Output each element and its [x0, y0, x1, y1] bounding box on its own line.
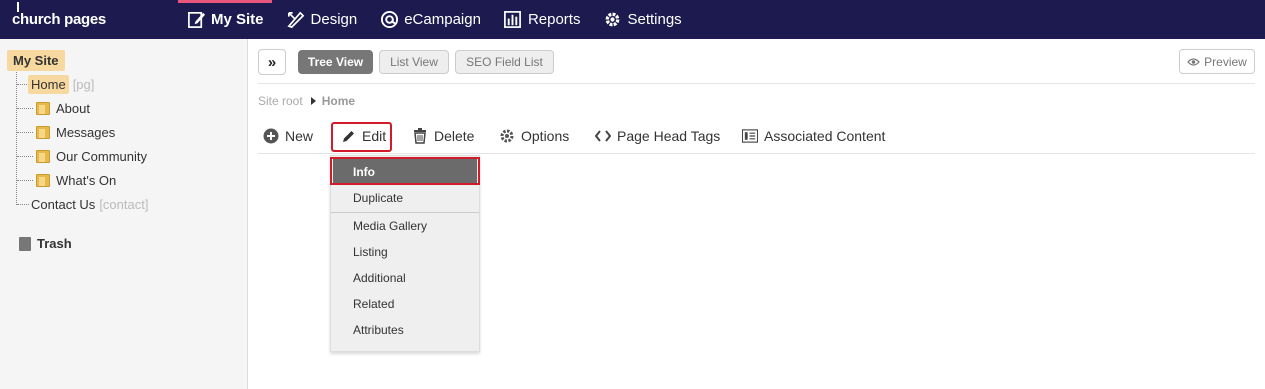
tree-item-home-label: Home: [28, 75, 69, 94]
tree-item-contact-label: Contact Us: [31, 197, 96, 212]
app-logo[interactable]: church pages: [12, 11, 106, 28]
edit-highlight-annotation: [331, 122, 392, 152]
menu-item-duplicate[interactable]: Duplicate: [331, 185, 479, 211]
folder-icon: [36, 150, 50, 163]
tree-connector: [17, 204, 29, 205]
tree-item-home[interactable]: Home [pg]: [28, 75, 94, 94]
trash-can-icon: [412, 128, 428, 144]
tree-item-whats-on[interactable]: What's On: [36, 173, 116, 188]
nav-my-site-label: My Site: [211, 11, 264, 28]
options-label: Options: [521, 128, 570, 144]
tree-item-home-tag: [pg]: [72, 77, 95, 92]
associated-content-label: Associated Content: [764, 128, 886, 144]
nav-my-site[interactable]: My Site: [178, 0, 272, 39]
folder-icon: [36, 102, 50, 115]
nav-reports[interactable]: Reports: [495, 0, 589, 39]
tree-item-messages[interactable]: Messages: [36, 125, 115, 140]
tree-connector: [16, 72, 17, 205]
tree-item-label: About: [56, 101, 90, 116]
menu-item-media-gallery[interactable]: Media Gallery: [331, 213, 479, 239]
breadcrumb-root[interactable]: Site root: [258, 94, 303, 108]
tree-connector: [17, 132, 33, 133]
nav-ecampaign[interactable]: eCampaign: [371, 0, 489, 39]
edit-page-icon: [186, 10, 206, 30]
nav-design-label: Design: [310, 11, 358, 28]
design-tools-icon: [286, 10, 306, 30]
tree-view-button[interactable]: Tree View: [298, 50, 373, 74]
preview-button[interactable]: Preview: [1179, 49, 1255, 74]
menu-item-listing[interactable]: Listing: [331, 239, 479, 265]
tree-root-my-site[interactable]: My Site: [7, 50, 65, 71]
gear-icon: [602, 10, 622, 30]
trash-label: Trash: [37, 236, 72, 251]
at-sign-icon: [379, 10, 399, 30]
options-button[interactable]: Options: [499, 128, 569, 144]
bar-chart-icon: [503, 10, 523, 30]
delete-label: Delete: [434, 128, 475, 144]
main-nav: My Site Design eCampaign Reports Setting…: [178, 0, 696, 39]
tree-item-contact-tag: [contact]: [99, 197, 149, 212]
nav-reports-label: Reports: [527, 11, 581, 28]
new-button[interactable]: New: [263, 128, 313, 144]
tree-connector: [17, 180, 33, 181]
seo-field-list-button[interactable]: SEO Field List: [455, 50, 554, 74]
main-content: » Tree View List View SEO Field List Pre…: [258, 39, 1255, 389]
associated-content-button[interactable]: Associated Content: [742, 128, 885, 144]
plus-circle-icon: [263, 128, 279, 144]
menu-item-attributes[interactable]: Attributes: [331, 317, 479, 343]
tree-item-label: Messages: [56, 125, 116, 140]
page-head-tags-label: Page Head Tags: [617, 128, 721, 144]
info-highlight-annotation: [330, 157, 480, 185]
double-chevron-right-icon: »: [267, 53, 277, 71]
gear-icon: [499, 128, 515, 144]
list-view-button[interactable]: List View: [379, 50, 449, 74]
folder-icon: [36, 174, 50, 187]
trash-icon: [19, 236, 31, 251]
code-brackets-icon: [595, 128, 611, 144]
tree-item-trash[interactable]: Trash: [19, 236, 72, 251]
breadcrumb-current: Home: [321, 94, 356, 108]
tree-connector: [17, 156, 33, 157]
nav-ecampaign-label: eCampaign: [404, 11, 481, 28]
content-list-icon: [742, 128, 758, 144]
tree-item-label: What's On: [56, 173, 117, 188]
page-head-tags-button[interactable]: Page Head Tags: [595, 128, 720, 144]
tree-item-label: Our Community: [56, 149, 148, 164]
menu-item-additional[interactable]: Additional: [331, 265, 479, 291]
tree-item-our-community[interactable]: Our Community: [36, 149, 147, 164]
tree-item-about[interactable]: About: [36, 101, 90, 116]
nav-settings-label: Settings: [627, 11, 682, 28]
preview-label: Preview: [1204, 54, 1247, 69]
breadcrumb: Site root Home: [258, 94, 355, 108]
tree-connector: [17, 108, 33, 109]
divider: [258, 83, 1255, 84]
top-navigation-bar: church pages My Site Design eCampaign Re…: [0, 0, 1265, 39]
expand-sidebar-button[interactable]: »: [258, 49, 286, 75]
eye-icon: [1187, 57, 1200, 67]
menu-item-related[interactable]: Related: [331, 291, 479, 317]
nav-design[interactable]: Design: [278, 0, 366, 39]
tree-item-contact-us[interactable]: Contact Us [contact]: [31, 197, 148, 212]
site-tree-sidebar: My Site Home [pg] About Messages Our Com…: [0, 39, 248, 389]
breadcrumb-arrow-icon: [310, 97, 316, 105]
delete-button[interactable]: Delete: [412, 128, 474, 144]
divider: [258, 153, 1255, 154]
new-label: New: [285, 128, 314, 144]
nav-settings[interactable]: Settings: [594, 0, 689, 39]
folder-icon: [36, 126, 50, 139]
